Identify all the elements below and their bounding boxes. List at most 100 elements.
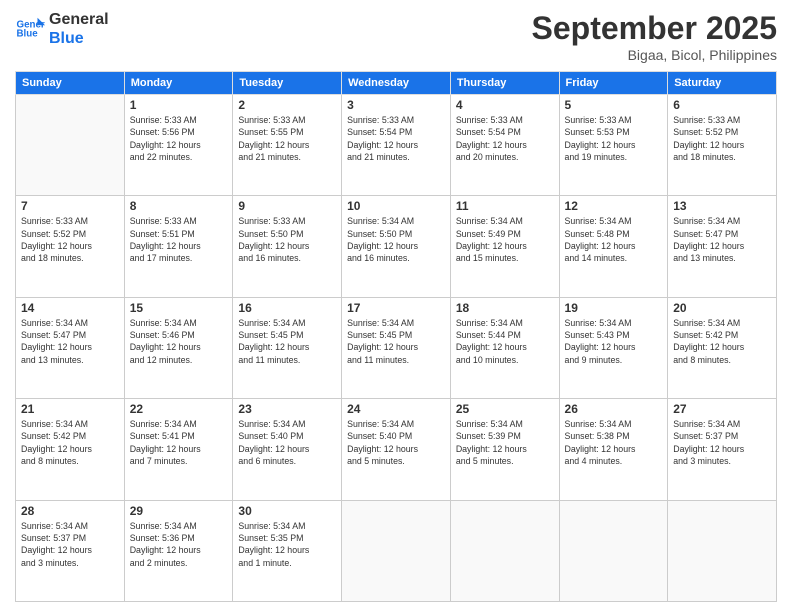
day-cell: 18 Sunrise: 5:34 AMSunset: 5:44 PMDayligh…: [450, 297, 559, 398]
day-number: 28: [21, 504, 119, 518]
day-cell: 4 Sunrise: 5:33 AMSunset: 5:54 PMDaylight…: [450, 95, 559, 196]
header: General Blue General Blue September 2025…: [15, 10, 777, 63]
day-info: Sunrise: 5:33 AMSunset: 5:55 PMDaylight:…: [238, 114, 336, 163]
calendar-header-row: SundayMondayTuesdayWednesdayThursdayFrid…: [16, 72, 777, 95]
day-number: 8: [130, 199, 228, 213]
day-info: Sunrise: 5:33 AMSunset: 5:51 PMDaylight:…: [130, 215, 228, 264]
week-row-3: 14 Sunrise: 5:34 AMSunset: 5:47 PMDayligh…: [16, 297, 777, 398]
day-info: Sunrise: 5:33 AMSunset: 5:54 PMDaylight:…: [347, 114, 445, 163]
day-cell: 13 Sunrise: 5:34 AMSunset: 5:47 PMDayligh…: [668, 196, 777, 297]
location: Bigaa, Bicol, Philippines: [532, 47, 777, 63]
logo-blue: Blue: [49, 29, 109, 48]
day-header-sunday: Sunday: [16, 72, 125, 95]
day-cell: 25 Sunrise: 5:34 AMSunset: 5:39 PMDayligh…: [450, 399, 559, 500]
day-number: 6: [673, 98, 771, 112]
day-number: 10: [347, 199, 445, 213]
day-cell: [559, 500, 668, 601]
day-cell: 16 Sunrise: 5:34 AMSunset: 5:45 PMDayligh…: [233, 297, 342, 398]
day-info: Sunrise: 5:34 AMSunset: 5:50 PMDaylight:…: [347, 215, 445, 264]
day-info: Sunrise: 5:33 AMSunset: 5:53 PMDaylight:…: [565, 114, 663, 163]
week-row-5: 28 Sunrise: 5:34 AMSunset: 5:37 PMDayligh…: [16, 500, 777, 601]
day-cell: 10 Sunrise: 5:34 AMSunset: 5:50 PMDayligh…: [342, 196, 451, 297]
week-row-2: 7 Sunrise: 5:33 AMSunset: 5:52 PMDaylight…: [16, 196, 777, 297]
day-header-wednesday: Wednesday: [342, 72, 451, 95]
day-info: Sunrise: 5:34 AMSunset: 5:49 PMDaylight:…: [456, 215, 554, 264]
day-cell: 22 Sunrise: 5:34 AMSunset: 5:41 PMDayligh…: [124, 399, 233, 500]
day-info: Sunrise: 5:34 AMSunset: 5:45 PMDaylight:…: [347, 317, 445, 366]
day-info: Sunrise: 5:34 AMSunset: 5:36 PMDaylight:…: [130, 520, 228, 569]
day-info: Sunrise: 5:34 AMSunset: 5:41 PMDaylight:…: [130, 418, 228, 467]
day-number: 23: [238, 402, 336, 416]
page: General Blue General Blue September 2025…: [0, 0, 792, 612]
day-info: Sunrise: 5:34 AMSunset: 5:44 PMDaylight:…: [456, 317, 554, 366]
day-header-friday: Friday: [559, 72, 668, 95]
day-cell: [342, 500, 451, 601]
day-cell: [668, 500, 777, 601]
day-number: 21: [21, 402, 119, 416]
day-cell: 24 Sunrise: 5:34 AMSunset: 5:40 PMDayligh…: [342, 399, 451, 500]
day-number: 12: [565, 199, 663, 213]
day-number: 14: [21, 301, 119, 315]
day-cell: 30Sunrise: 5:34 AMSunset: 5:35 PMDayligh…: [233, 500, 342, 601]
day-number: 24: [347, 402, 445, 416]
month-title: September 2025: [532, 10, 777, 47]
day-number: 4: [456, 98, 554, 112]
day-cell: 11 Sunrise: 5:34 AMSunset: 5:49 PMDayligh…: [450, 196, 559, 297]
day-info: Sunrise: 5:33 AMSunset: 5:52 PMDaylight:…: [21, 215, 119, 264]
day-info: Sunrise: 5:33 AMSunset: 5:50 PMDaylight:…: [238, 215, 336, 264]
day-cell: 26 Sunrise: 5:34 AMSunset: 5:38 PMDayligh…: [559, 399, 668, 500]
day-info: Sunrise: 5:34 AMSunset: 5:47 PMDaylight:…: [21, 317, 119, 366]
day-number: 3: [347, 98, 445, 112]
logo: General Blue General Blue: [15, 10, 109, 48]
day-cell: 23 Sunrise: 5:34 AMSunset: 5:40 PMDayligh…: [233, 399, 342, 500]
day-cell: 7 Sunrise: 5:33 AMSunset: 5:52 PMDaylight…: [16, 196, 125, 297]
day-cell: 17 Sunrise: 5:34 AMSunset: 5:45 PMDayligh…: [342, 297, 451, 398]
day-cell: 14 Sunrise: 5:34 AMSunset: 5:47 PMDayligh…: [16, 297, 125, 398]
day-info: Sunrise: 5:34 AMSunset: 5:39 PMDaylight:…: [456, 418, 554, 467]
day-number: 15: [130, 301, 228, 315]
day-cell: 8 Sunrise: 5:33 AMSunset: 5:51 PMDaylight…: [124, 196, 233, 297]
day-cell: 9Sunrise: 5:33 AMSunset: 5:50 PMDaylight…: [233, 196, 342, 297]
day-header-thursday: Thursday: [450, 72, 559, 95]
day-number: 26: [565, 402, 663, 416]
day-number: 18: [456, 301, 554, 315]
day-cell: 5 Sunrise: 5:33 AMSunset: 5:53 PMDaylight…: [559, 95, 668, 196]
day-number: 16: [238, 301, 336, 315]
logo-icon: General Blue: [15, 14, 45, 44]
week-row-4: 21 Sunrise: 5:34 AMSunset: 5:42 PMDayligh…: [16, 399, 777, 500]
day-number: 5: [565, 98, 663, 112]
day-cell: 28 Sunrise: 5:34 AMSunset: 5:37 PMDayligh…: [16, 500, 125, 601]
day-number: 25: [456, 402, 554, 416]
day-info: Sunrise: 5:33 AMSunset: 5:54 PMDaylight:…: [456, 114, 554, 163]
day-info: Sunrise: 5:34 AMSunset: 5:38 PMDaylight:…: [565, 418, 663, 467]
week-row-1: 1Sunrise: 5:33 AMSunset: 5:56 PMDaylight…: [16, 95, 777, 196]
day-number: 17: [347, 301, 445, 315]
day-header-saturday: Saturday: [668, 72, 777, 95]
day-info: Sunrise: 5:34 AMSunset: 5:40 PMDaylight:…: [238, 418, 336, 467]
calendar: SundayMondayTuesdayWednesdayThursdayFrid…: [15, 71, 777, 602]
day-info: Sunrise: 5:34 AMSunset: 5:47 PMDaylight:…: [673, 215, 771, 264]
day-info: Sunrise: 5:34 AMSunset: 5:37 PMDaylight:…: [21, 520, 119, 569]
day-info: Sunrise: 5:34 AMSunset: 5:40 PMDaylight:…: [347, 418, 445, 467]
day-info: Sunrise: 5:33 AMSunset: 5:52 PMDaylight:…: [673, 114, 771, 163]
day-info: Sunrise: 5:34 AMSunset: 5:46 PMDaylight:…: [130, 317, 228, 366]
day-header-tuesday: Tuesday: [233, 72, 342, 95]
day-info: Sunrise: 5:34 AMSunset: 5:35 PMDaylight:…: [238, 520, 336, 569]
day-number: 1: [130, 98, 228, 112]
day-cell: 21 Sunrise: 5:34 AMSunset: 5:42 PMDayligh…: [16, 399, 125, 500]
day-number: 22: [130, 402, 228, 416]
day-number: 7: [21, 199, 119, 213]
day-info: Sunrise: 5:34 AMSunset: 5:42 PMDaylight:…: [673, 317, 771, 366]
day-cell: 27Sunrise: 5:34 AMSunset: 5:37 PMDayligh…: [668, 399, 777, 500]
day-cell: 12Sunrise: 5:34 AMSunset: 5:48 PMDayligh…: [559, 196, 668, 297]
day-number: 13: [673, 199, 771, 213]
day-number: 27: [673, 402, 771, 416]
title-block: September 2025 Bigaa, Bicol, Philippines: [532, 10, 777, 63]
day-number: 11: [456, 199, 554, 213]
day-header-monday: Monday: [124, 72, 233, 95]
day-cell: 29Sunrise: 5:34 AMSunset: 5:36 PMDayligh…: [124, 500, 233, 601]
day-number: 19: [565, 301, 663, 315]
day-info: Sunrise: 5:34 AMSunset: 5:45 PMDaylight:…: [238, 317, 336, 366]
day-cell: 20Sunrise: 5:34 AMSunset: 5:42 PMDayligh…: [668, 297, 777, 398]
day-info: Sunrise: 5:34 AMSunset: 5:42 PMDaylight:…: [21, 418, 119, 467]
